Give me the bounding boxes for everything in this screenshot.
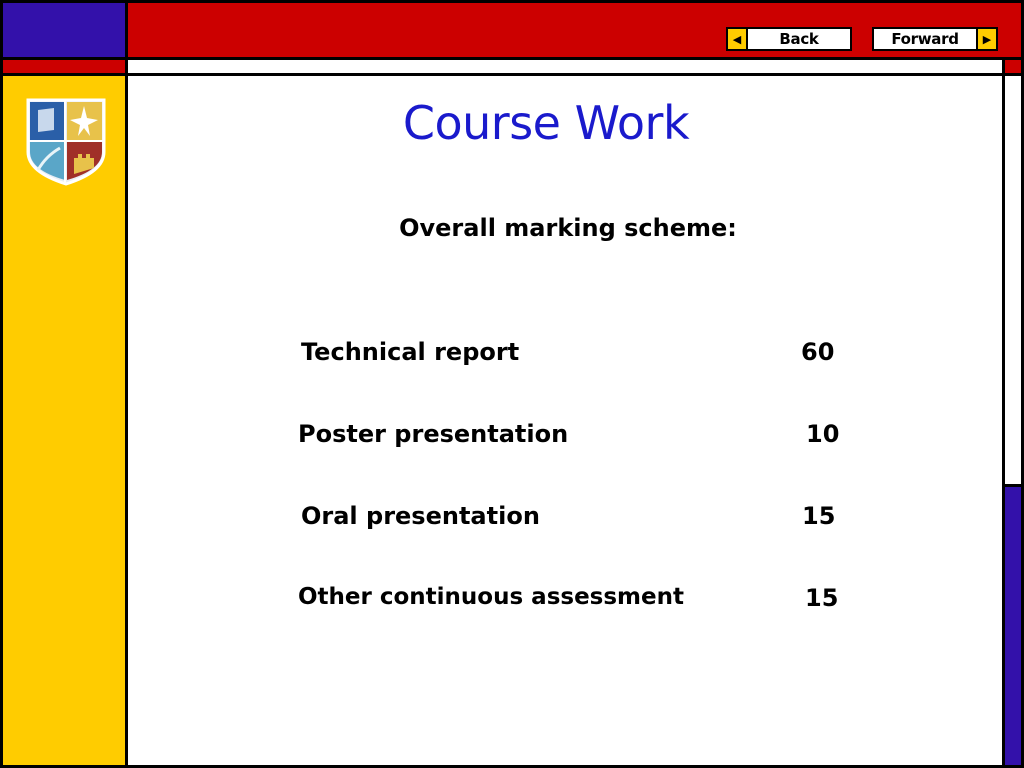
back-button-label: Back [779,30,819,48]
corner-block-blue [2,2,126,58]
back-button[interactable]: ◀ Back [726,27,852,51]
right-strip-white [1005,76,1022,484]
marking-item-label: Other continuous assessment [298,584,684,610]
arrow-right-icon: ▶ [976,29,996,49]
marking-item-marks: 15 [805,584,839,612]
forward-button[interactable]: Forward ▶ [872,27,998,51]
divider-h1 [0,57,1024,60]
marking-item-marks: 15 [802,502,836,530]
slide-subtitle: Overall marking scheme: [399,214,737,242]
university-crest-icon [26,98,106,186]
divider-right-mid [1002,484,1024,487]
slide: ◀ Back Forward ▶ Course Work Overall mar… [0,0,1024,768]
marking-item-label: Oral presentation [301,502,540,530]
arrow-left-icon: ◀ [728,29,748,49]
divider-v-right [1002,57,1005,768]
left-strip-red [2,60,126,73]
right-strip-blue [1005,487,1022,766]
marking-item-label: Poster presentation [298,420,569,448]
border-left [0,0,3,768]
border-top [0,0,1024,3]
forward-button-label: Forward [891,30,959,48]
marking-item-marks: 60 [801,338,835,366]
marking-item-marks: 10 [806,420,840,448]
divider-h2 [0,73,1024,76]
slide-title: Course Work [402,96,690,150]
right-strip-red [1005,60,1022,73]
marking-item-label: Technical report [301,338,520,366]
